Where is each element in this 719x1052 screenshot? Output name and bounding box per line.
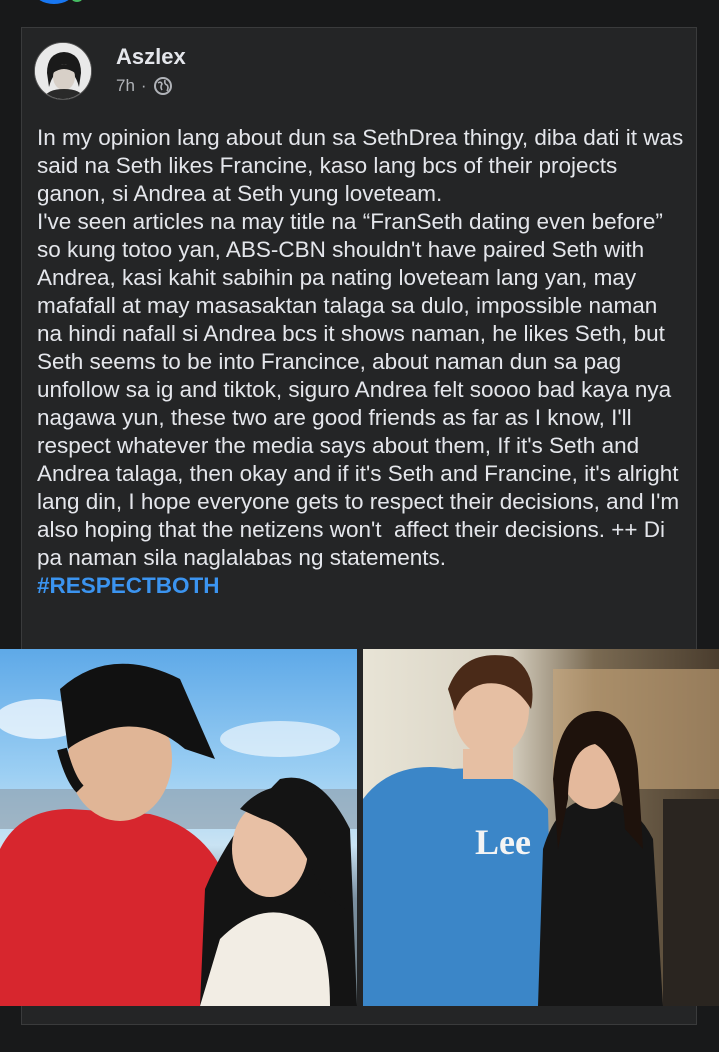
post-timestamp[interactable]: 7h — [116, 76, 135, 96]
post-header: Aszlex 7h · — [34, 42, 674, 102]
photo-left[interactable] — [0, 649, 357, 1006]
globe-icon[interactable] — [153, 76, 173, 96]
shirt-logo: Lee — [475, 822, 531, 862]
post-photos: Lee — [0, 649, 719, 1006]
online-status-dot — [72, 0, 82, 2]
card-bottom-border — [21, 1024, 697, 1025]
hashtag-link[interactable]: #RESPECTBOTH — [37, 573, 220, 598]
author-name[interactable]: Aszlex — [116, 44, 186, 70]
post-body: In my opinion lang about dun sa SethDrea… — [37, 124, 687, 600]
avatar[interactable] — [34, 42, 92, 100]
profile-menu-avatar[interactable] — [34, 0, 74, 4]
post-body-text: In my opinion lang about dun sa SethDrea… — [37, 125, 684, 570]
photo-right[interactable]: Lee — [363, 649, 719, 1006]
post-meta: 7h · — [116, 76, 173, 96]
meta-separator: · — [140, 76, 147, 95]
